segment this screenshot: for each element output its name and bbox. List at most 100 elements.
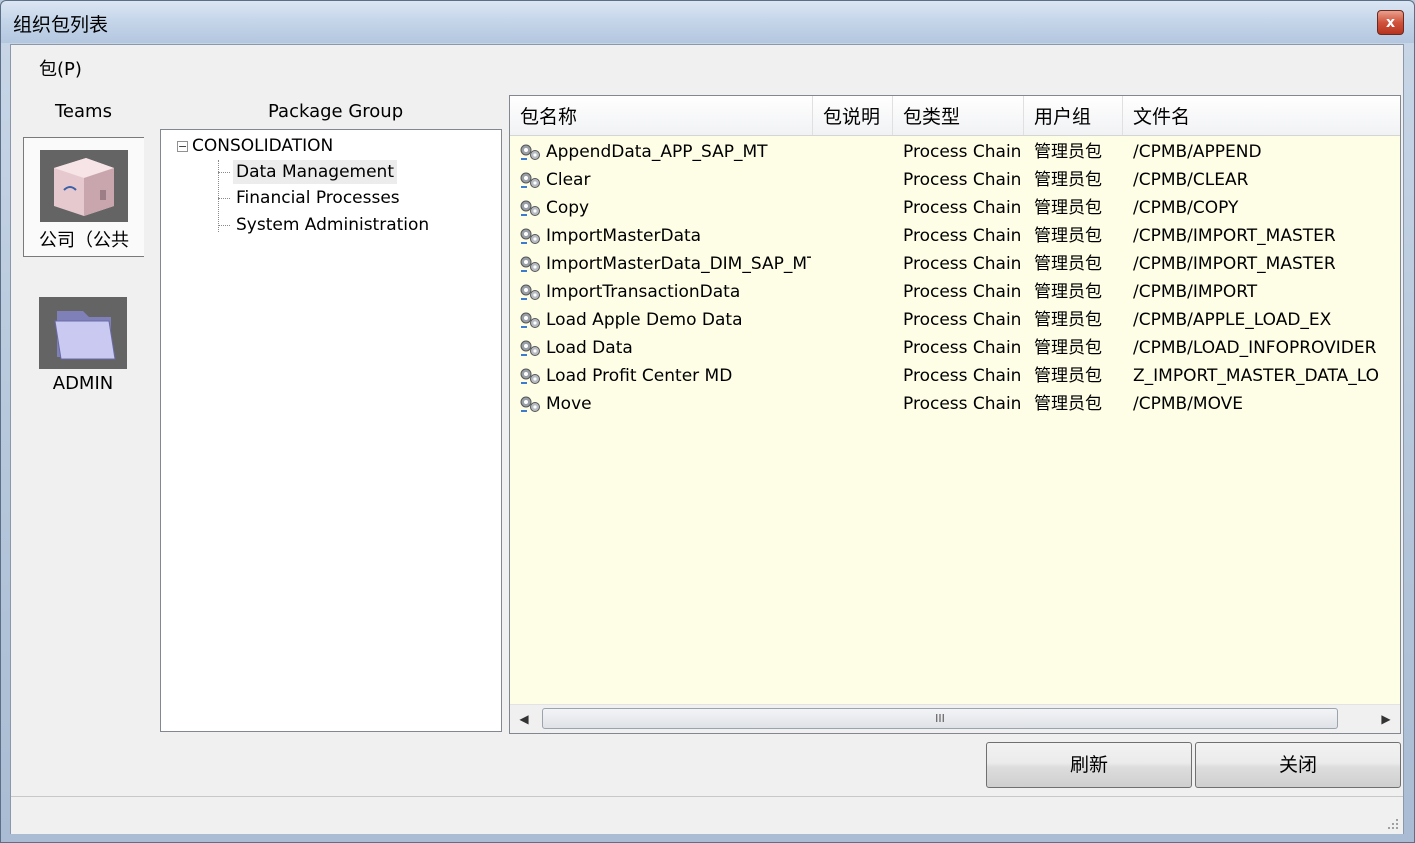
cell-description: [813, 362, 893, 390]
title-bar[interactable]: 组织包列表 x: [1, 1, 1414, 43]
cell-file-name: Z_IMPORT_MASTER_DATA_LO: [1133, 366, 1379, 386]
process-chain-gear-icon: [518, 338, 544, 358]
table-row[interactable]: AppendData_APP_SAP_MT Process Chain 管理员包/C…: [510, 138, 1400, 166]
cell-type: Process Chain: [903, 254, 1022, 274]
table-row[interactable]: Load Profit Center MD Process Chain 管理员包 Z_…: [510, 362, 1400, 390]
cell-file-name: /CPMB/MOVE: [1133, 394, 1244, 414]
cell-user-group: 管理员包: [1034, 338, 1102, 358]
refresh-button[interactable]: 刷新: [986, 742, 1192, 788]
cell-description: [813, 306, 893, 334]
column-header-file-name[interactable]: 文件名: [1123, 96, 1400, 135]
cell-file-name: /CPMB/LOAD_INFOPROVIDER: [1133, 338, 1377, 358]
cell-description: [813, 222, 893, 250]
cell-package-name: Clear: [546, 170, 591, 190]
cell-package-name: ImportMasterData: [546, 226, 702, 246]
cell-file-name: /CPMB/APPLE_LOAD_EX: [1133, 310, 1332, 330]
cell-description: [813, 390, 893, 418]
window-title: 组织包列表: [13, 14, 109, 36]
tree-node-consolidation[interactable]: − CONSOLIDATION: [177, 134, 333, 158]
process-chain-gear-icon: [518, 366, 544, 386]
tree-node-financial-processes[interactable]: Financial Processes: [233, 186, 403, 210]
cell-package-name: AppendData_APP_SAP_MT: [546, 142, 768, 162]
column-header-type[interactable]: 包类型: [893, 96, 1024, 135]
table-row[interactable]: ImportMasterData_DIM_SAP_MT Process Chain…: [510, 250, 1400, 278]
table-row[interactable]: Clear Process Chain 管理员包/CPMB/CLEAR: [510, 166, 1400, 194]
package-group-tree: − CONSOLIDATION Data Management Financial…: [160, 129, 502, 732]
process-chain-gear-icon: [518, 170, 544, 190]
column-header-user-group[interactable]: 用户组: [1024, 96, 1123, 135]
cell-description: [813, 166, 893, 194]
tree-node-label: CONSOLIDATION: [192, 136, 334, 156]
column-header-package-name[interactable]: 包名称: [510, 96, 813, 135]
cell-type: Process Chain: [903, 226, 1022, 246]
organize-package-list-window: 组织包列表 x 包(P) Teams Package Group 公司（公共 A…: [0, 0, 1415, 843]
team-admin[interactable]: ADMIN: [23, 285, 143, 395]
cell-description: [813, 334, 893, 362]
company-server-icon: [40, 150, 128, 222]
table-row[interactable]: ImportMasterData Process Chain 管理员包/CPMB/I…: [510, 222, 1400, 250]
cell-package-name: Move: [546, 394, 592, 414]
column-header-description[interactable]: 包说明: [813, 96, 893, 135]
scroll-left-icon[interactable]: ◀: [510, 705, 538, 733]
cell-file-name: /CPMB/COPY: [1133, 198, 1239, 218]
cell-user-group: 管理员包: [1034, 142, 1102, 162]
cell-type: Process Chain: [903, 338, 1022, 358]
tree-node-system-administration[interactable]: System Administration: [233, 213, 432, 237]
cell-package-name: Load Apple Demo Data: [546, 310, 743, 330]
cell-file-name: /CPMB/APPEND: [1133, 142, 1262, 162]
cell-package-name: ImportMasterData_DIM_SAP_MT: [546, 254, 811, 274]
tree-connector: [218, 225, 230, 226]
process-chain-gear-icon: [518, 142, 544, 162]
process-chain-gear-icon: [518, 254, 544, 274]
cell-file-name: /CPMB/IMPORT_MASTER: [1133, 226, 1336, 246]
cell-package-name: Load Profit Center MD: [546, 366, 733, 386]
collapse-icon[interactable]: −: [177, 140, 188, 152]
close-button[interactable]: 关闭: [1195, 742, 1401, 788]
tree-connector: [218, 160, 219, 232]
tree-connector: [218, 198, 230, 199]
folder-icon: [39, 297, 127, 369]
cell-user-group: 管理员包: [1034, 366, 1102, 386]
teams-header: Teams: [55, 101, 112, 122]
scroll-thumb[interactable]: III: [542, 708, 1338, 729]
process-chain-gear-icon: [518, 226, 544, 246]
menu-package[interactable]: 包(P): [39, 55, 82, 81]
process-chain-gear-icon: [518, 310, 544, 330]
list-header: 包名称 包说明 包类型 用户组 文件名: [510, 96, 1400, 136]
cell-type: Process Chain: [903, 170, 1022, 190]
team-company-label: 公司（公共: [39, 230, 129, 251]
cell-type: Process Chain: [903, 198, 1022, 218]
tree-node-data-management[interactable]: Data Management: [233, 160, 397, 184]
cell-file-name: /CPMB/IMPORT: [1133, 282, 1258, 302]
cell-type: Process Chain: [903, 394, 1022, 414]
cell-description: [813, 138, 893, 166]
table-row[interactable]: Copy Process Chain 管理员包/CPMB/COPY: [510, 194, 1400, 222]
cell-description: [813, 278, 893, 306]
cell-type: Process Chain: [903, 310, 1022, 330]
cell-description: [813, 194, 893, 222]
menu-bar: 包(P): [11, 45, 1403, 89]
cell-description: [813, 250, 893, 278]
cell-file-name: /CPMB/CLEAR: [1133, 170, 1249, 190]
process-chain-gear-icon: [518, 198, 544, 218]
cell-type: Process Chain: [903, 142, 1022, 162]
team-admin-label: ADMIN: [52, 373, 114, 394]
table-row[interactable]: Load Data Process Chain 管理员包/CPMB/LOAD_INF…: [510, 334, 1400, 362]
package-group-header: Package Group: [268, 101, 404, 122]
scroll-right-icon[interactable]: ▶: [1372, 705, 1400, 733]
table-row[interactable]: Load Apple Demo Data Process Chain 管理员包/CP…: [510, 306, 1400, 334]
team-company[interactable]: 公司（公共: [23, 137, 144, 257]
cell-package-name: ImportTransactionData: [546, 282, 741, 302]
teams-panel: 公司（公共 ADMIN: [23, 137, 145, 777]
cell-user-group: 管理员包: [1034, 226, 1102, 246]
table-row[interactable]: Move Process Chain 管理员包/CPMB/MOVE: [510, 390, 1400, 418]
process-chain-gear-icon: [518, 394, 544, 414]
resize-grip-icon[interactable]: [1385, 816, 1399, 830]
horizontal-scrollbar[interactable]: ◀ III ▶: [510, 704, 1400, 733]
cell-type: Process Chain: [903, 282, 1022, 302]
table-row[interactable]: ImportTransactionData Process Chain 管理员包/C…: [510, 278, 1400, 306]
client-area: 包(P) Teams Package Group 公司（公共 ADMIN − C…: [10, 44, 1404, 834]
window-close-button[interactable]: x: [1377, 10, 1404, 35]
cell-user-group: 管理员包: [1034, 394, 1102, 414]
cell-user-group: 管理员包: [1034, 170, 1102, 190]
